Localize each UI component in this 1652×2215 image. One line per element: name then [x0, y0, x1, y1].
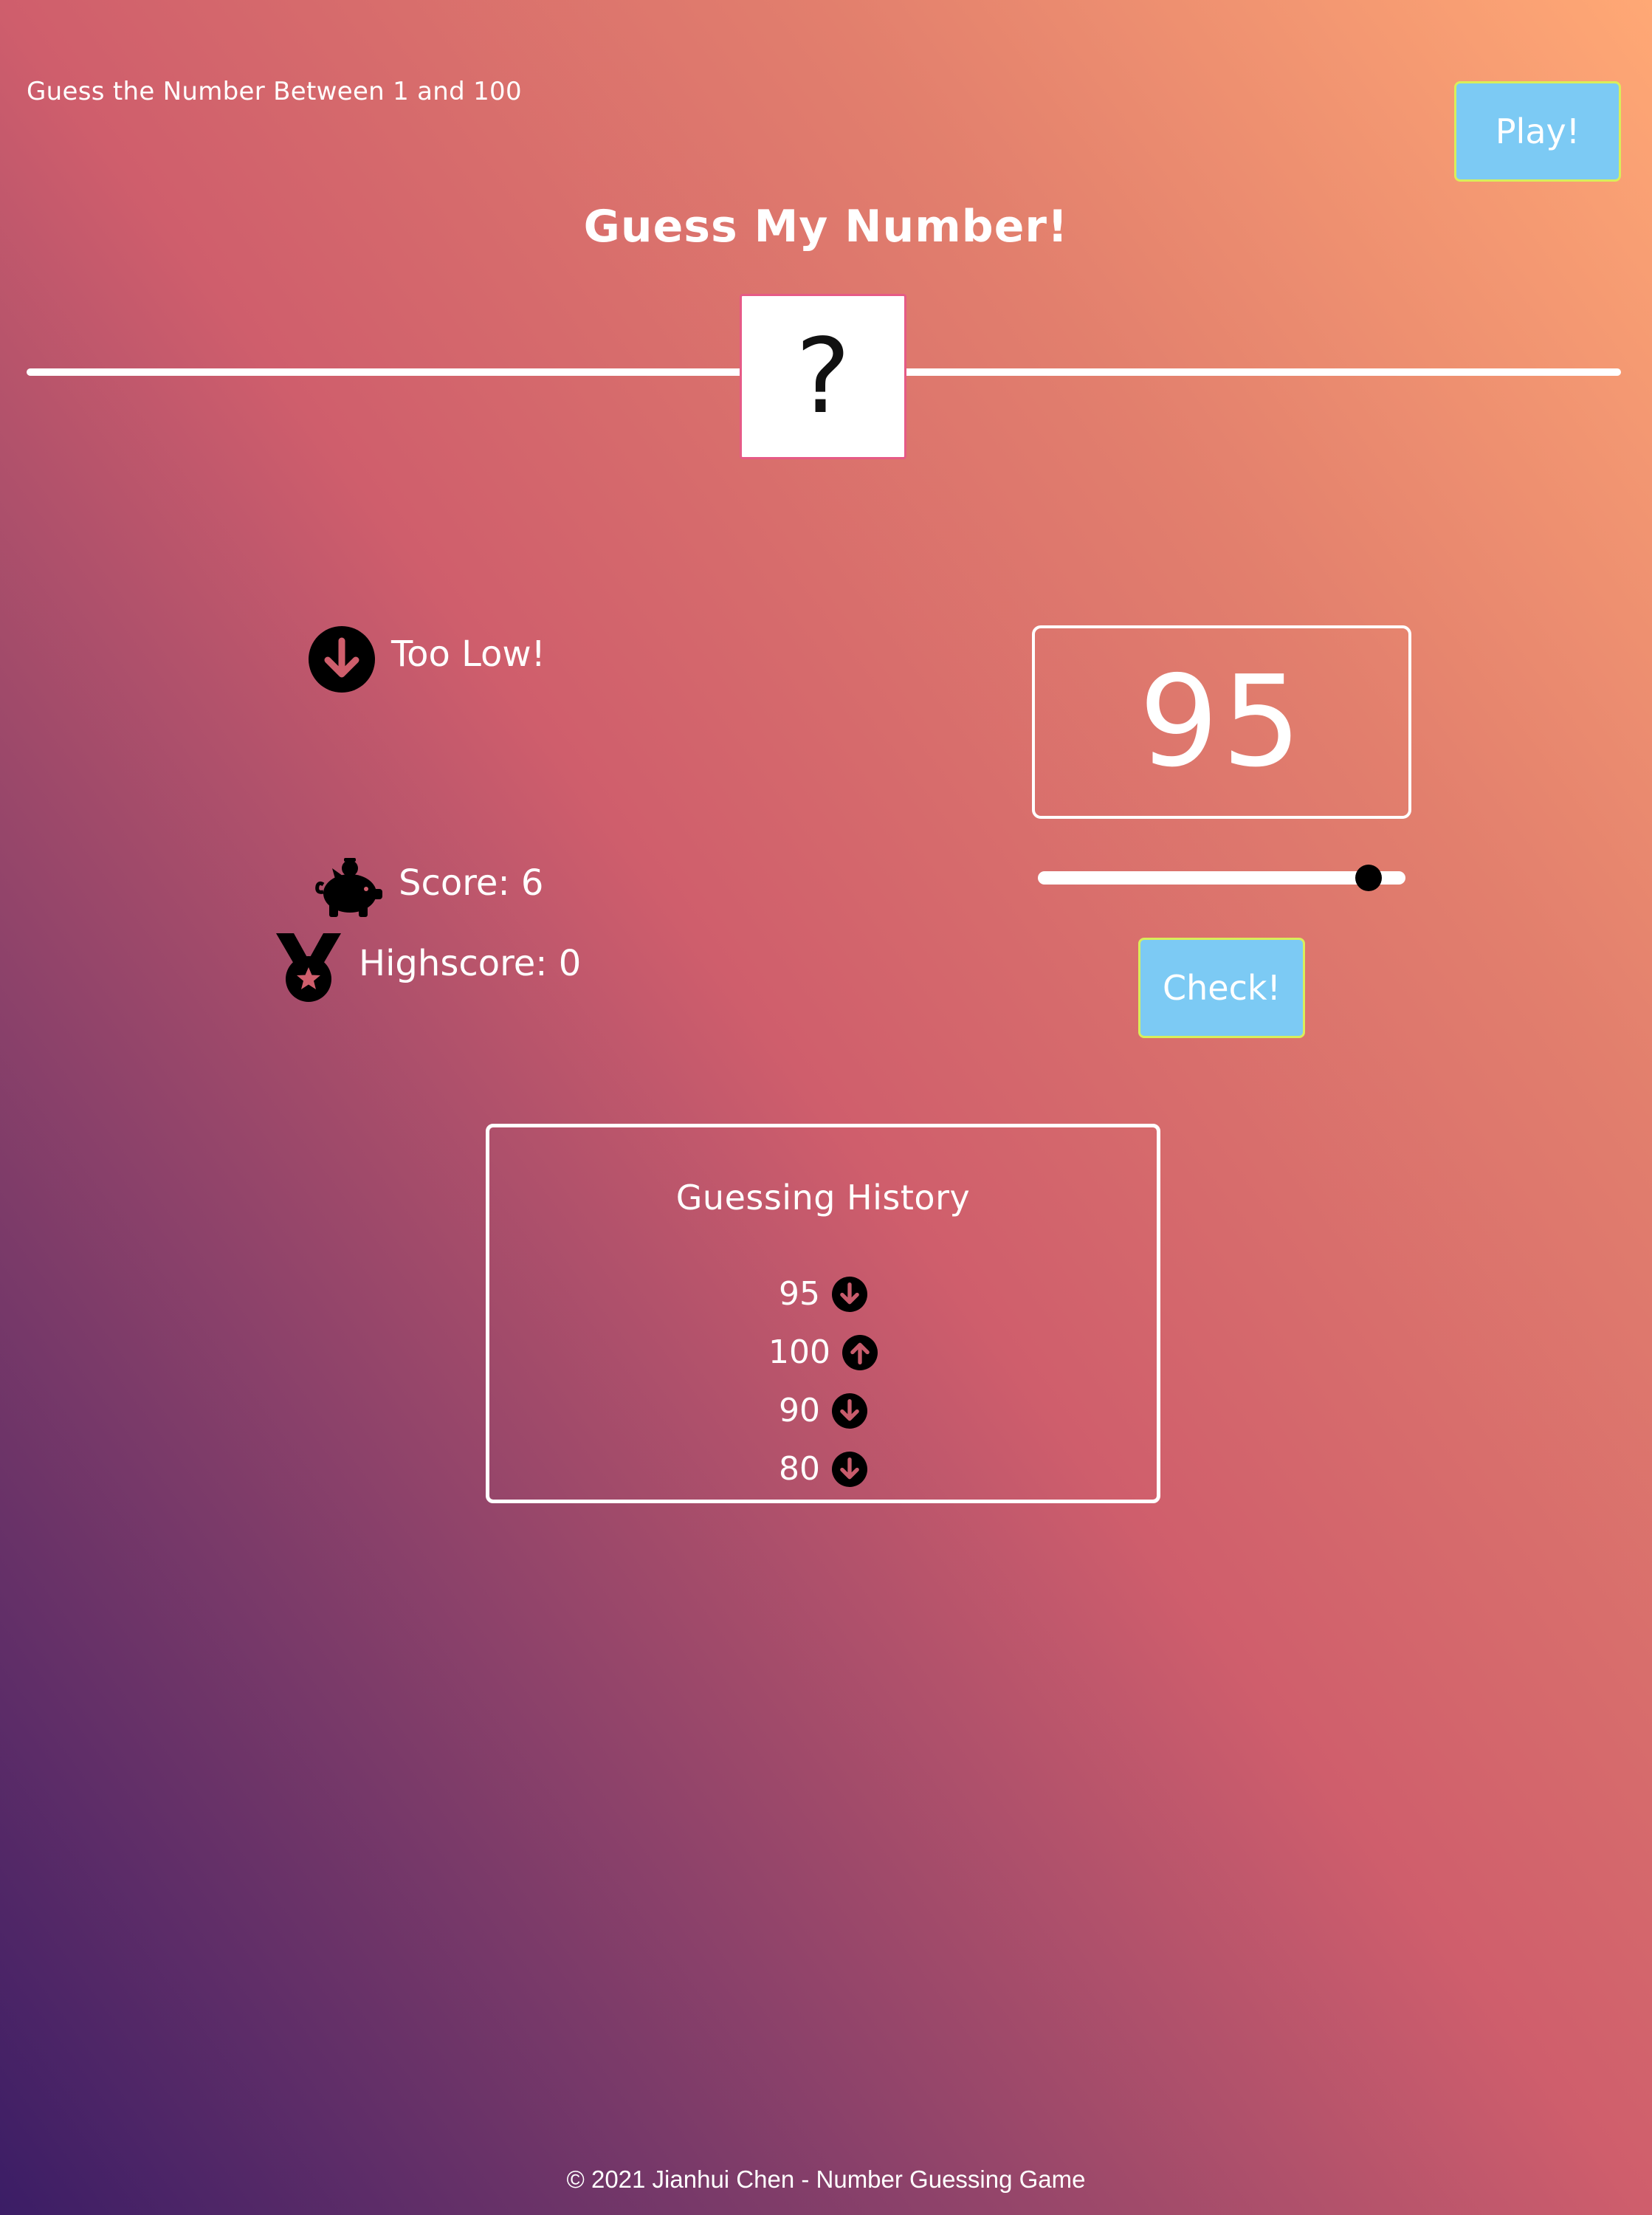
secret-number-box: ? — [740, 294, 906, 459]
footer-copyright: © 2021 Jianhui Chen - Number Guessing Ga… — [566, 2166, 1086, 2193]
medal-icon — [275, 932, 343, 1006]
history-item: 95 — [489, 1265, 1157, 1323]
history-list: 95 100 90 80 — [489, 1265, 1157, 1498]
score-label: Score: 6 — [399, 862, 544, 904]
history-item: 100 — [489, 1323, 1157, 1381]
guess-value: 95 — [1138, 649, 1305, 795]
guess-display: 95 — [1032, 625, 1411, 819]
arrow-down-circle-icon — [832, 1451, 867, 1487]
history-item: 90 — [489, 1381, 1157, 1440]
guessing-history-panel: Guessing History 95 100 90 80 — [486, 1124, 1160, 1503]
history-item-value: 80 — [779, 1450, 820, 1488]
arrow-down-circle-icon — [832, 1276, 867, 1312]
arrow-up-circle-icon — [842, 1334, 878, 1370]
guess-slider-track[interactable] — [1038, 871, 1405, 885]
arrow-down-circle-icon — [832, 1392, 867, 1429]
arrow-down-circle-icon — [309, 626, 375, 696]
game-subtitle: Guess the Number Between 1 and 100 — [27, 77, 522, 106]
play-button[interactable]: Play! — [1454, 81, 1621, 182]
piggy-bank-icon — [313, 856, 384, 921]
history-title: Guessing History — [675, 1178, 971, 1218]
history-item-value: 90 — [779, 1392, 820, 1429]
history-item-value: 95 — [779, 1275, 820, 1313]
check-button[interactable]: Check! — [1138, 938, 1305, 1038]
secret-number: ? — [795, 316, 851, 437]
highscore-label: Highscore: 0 — [359, 943, 582, 984]
guess-feedback-message: Too Low! — [391, 633, 545, 675]
page-title: Guess My Number! — [583, 201, 1069, 253]
guess-slider-thumb[interactable] — [1355, 865, 1382, 891]
history-item: 80 — [489, 1440, 1157, 1498]
history-item-value: 100 — [768, 1333, 830, 1371]
